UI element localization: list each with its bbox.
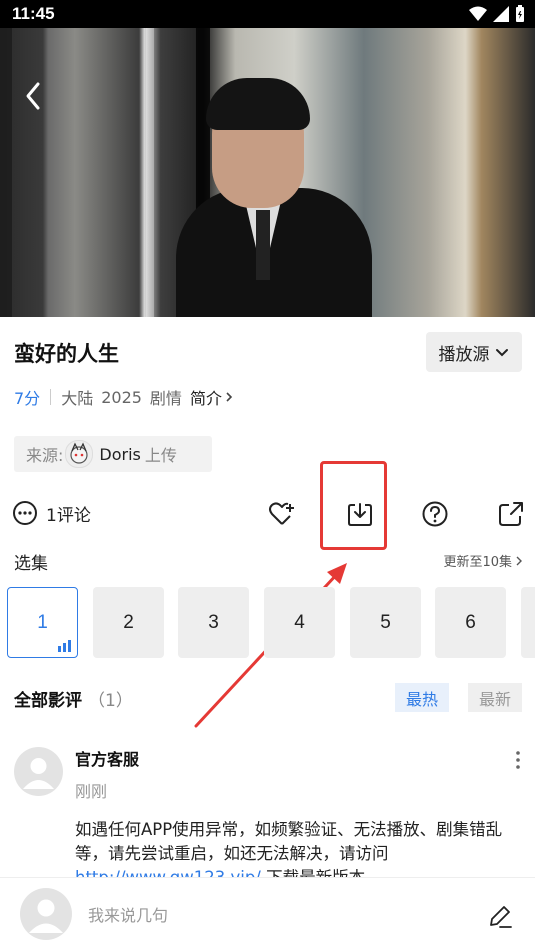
share-icon[interactable]	[497, 500, 525, 528]
episode-number: 3	[208, 611, 219, 633]
avatar	[20, 888, 72, 940]
comment-input-bar: 我来说几句	[0, 877, 535, 952]
review-user-name[interactable]: 官方客服	[75, 746, 139, 770]
video-figure-tie	[256, 210, 270, 280]
episode-item-5[interactable]: 5	[350, 587, 421, 658]
chevron-right-icon	[516, 556, 522, 565]
comment-button[interactable]: 1评论	[12, 500, 91, 526]
show-region: 大陆	[61, 389, 94, 408]
episode-number: 6	[465, 611, 476, 633]
sort-hot-button[interactable]: 最热	[395, 683, 449, 712]
review-time: 刚刚	[75, 782, 108, 801]
episode-item-1[interactable]: 1	[7, 587, 78, 658]
show-year: 2025	[101, 387, 142, 407]
uploader-name: Doris	[99, 444, 141, 464]
status-time: 11:45	[12, 4, 55, 23]
show-genre: 剧情	[149, 389, 182, 408]
reviews-count: （1）	[88, 691, 133, 711]
episode-number: 2	[123, 611, 134, 633]
show-score: 7分	[14, 389, 41, 408]
video-player[interactable]	[0, 28, 535, 317]
episode-item-2[interactable]: 2	[93, 587, 164, 658]
wifi-icon	[469, 6, 487, 21]
status-icons	[469, 5, 525, 23]
episode-number: 5	[380, 611, 391, 633]
uploader-avatar	[65, 440, 94, 468]
intro-link[interactable]: 简介	[190, 385, 234, 409]
episodes-title: 选集	[14, 554, 48, 574]
uploader-label: 来源:	[26, 446, 64, 465]
episodes-update-label: 更新至10集	[443, 555, 512, 570]
show-meta: 7分 大陆 2025 剧情 简介	[14, 385, 234, 409]
avatar[interactable]	[14, 747, 63, 796]
episode-number: 4	[294, 611, 305, 633]
reviews-title-label: 全部影评	[14, 691, 82, 711]
more-options-icon[interactable]	[510, 748, 526, 772]
meta-divider	[50, 389, 52, 405]
action-row: 1评论	[0, 490, 535, 536]
signal-icon	[493, 6, 509, 22]
uploader-tag[interactable]: 来源: Doris 上传	[14, 436, 212, 472]
episode-item-6[interactable]: 6	[435, 587, 506, 658]
source-select-button[interactable]: 播放源	[426, 332, 522, 372]
episode-item-4[interactable]: 4	[264, 587, 335, 658]
status-bar: 11:45	[0, 0, 535, 28]
episode-list: 1 2 3 4 5 6	[7, 587, 535, 658]
episode-number: 1	[37, 611, 48, 633]
uploader-suffix: 上传	[144, 446, 177, 465]
comment-count: 1评论	[46, 505, 91, 526]
chevron-right-icon	[226, 392, 233, 402]
battery-icon	[516, 5, 524, 22]
intro-label: 简介	[189, 389, 222, 408]
episodes-update-link[interactable]: 更新至10集	[443, 551, 523, 570]
video-door-frame	[146, 28, 154, 317]
video-figure-hair	[206, 78, 310, 130]
comment-icon	[13, 501, 37, 525]
playing-icon	[58, 640, 71, 652]
show-title: 蛮好的人生	[14, 342, 119, 366]
download-highlight-box	[320, 461, 387, 550]
edit-icon[interactable]	[487, 903, 513, 929]
favorite-add-icon[interactable]	[268, 500, 296, 528]
review-text-main: 如遇任何APP使用异常，如频繁验证、无法播放、剧集错乱等，请先尝试重启，如还无法…	[75, 820, 503, 863]
episode-item-more[interactable]	[521, 587, 535, 658]
source-select-label: 播放源	[438, 344, 490, 365]
reviews-title: 全部影评 （1）	[14, 686, 133, 711]
help-icon[interactable]	[421, 500, 449, 528]
sort-new-button[interactable]: 最新	[468, 683, 522, 712]
comment-input[interactable]: 我来说几句	[88, 902, 168, 926]
episode-item-3[interactable]: 3	[178, 587, 249, 658]
back-icon[interactable]	[18, 80, 50, 112]
chevron-down-icon	[495, 349, 508, 357]
video-frame-edge	[0, 28, 12, 317]
